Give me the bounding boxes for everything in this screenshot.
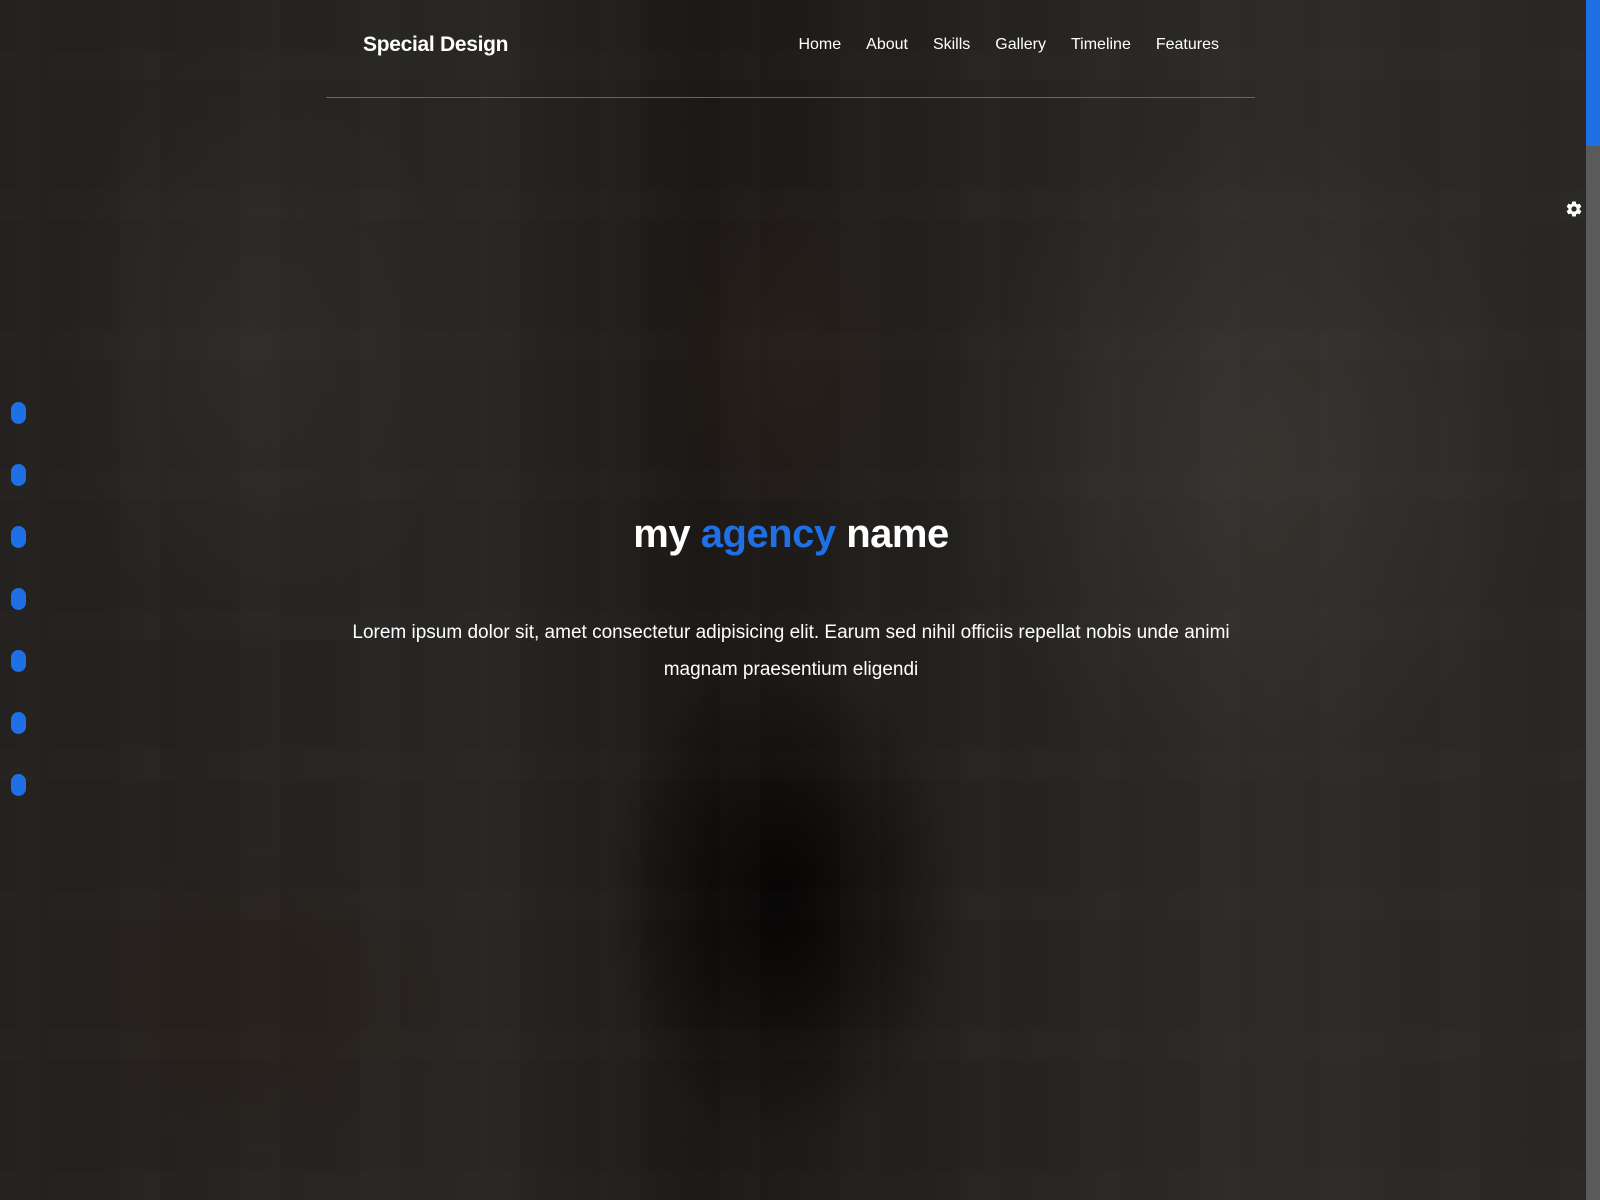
landing-page: Special Design Home About Skills Gallery… xyxy=(0,0,1600,1200)
nav-link-timeline[interactable]: Timeline xyxy=(1046,36,1131,54)
nav-link-home[interactable]: Home xyxy=(773,36,841,54)
bullet-gallery[interactable] xyxy=(11,588,26,610)
page-scrollbar[interactable] xyxy=(1586,0,1600,1200)
gear-icon xyxy=(1566,201,1582,217)
bullet-home[interactable] xyxy=(11,402,26,424)
scrollbar-thumb[interactable] xyxy=(1586,0,1600,146)
bullet-timeline[interactable] xyxy=(11,650,26,672)
nav-link-about[interactable]: About xyxy=(841,36,908,54)
nav-link-features[interactable]: Features xyxy=(1131,36,1219,54)
main-nav: Home About Skills Gallery Timeline Featu… xyxy=(773,36,1219,54)
bullet-skills[interactable] xyxy=(11,526,26,548)
hero-title-part2: name xyxy=(846,512,949,556)
nav-item-about: About xyxy=(841,36,908,54)
bullet-contact[interactable] xyxy=(11,774,26,796)
section-bullets xyxy=(11,402,26,836)
bullet-about[interactable] xyxy=(11,464,26,486)
nav-link-skills[interactable]: Skills xyxy=(908,36,970,54)
nav-item-skills: Skills xyxy=(908,36,970,54)
hero-title: my agency name xyxy=(0,512,1582,557)
nav-item-features: Features xyxy=(1131,36,1219,54)
site-logo[interactable]: Special Design xyxy=(363,33,509,57)
header: Special Design Home About Skills Gallery… xyxy=(326,0,1255,98)
nav-link-gallery[interactable]: Gallery xyxy=(970,36,1046,54)
hero-title-part1: my xyxy=(633,512,691,556)
background-overlay xyxy=(0,0,1586,1200)
nav-item-home: Home xyxy=(773,36,841,54)
hero-description: Lorem ipsum dolor sit, amet consectetur … xyxy=(352,622,1230,680)
nav-item-gallery: Gallery xyxy=(970,36,1046,54)
bullet-features[interactable] xyxy=(11,712,26,734)
settings-toggle[interactable] xyxy=(1562,196,1586,222)
nav-item-timeline: Timeline xyxy=(1046,36,1131,54)
hero-title-accent: agency xyxy=(700,512,836,556)
